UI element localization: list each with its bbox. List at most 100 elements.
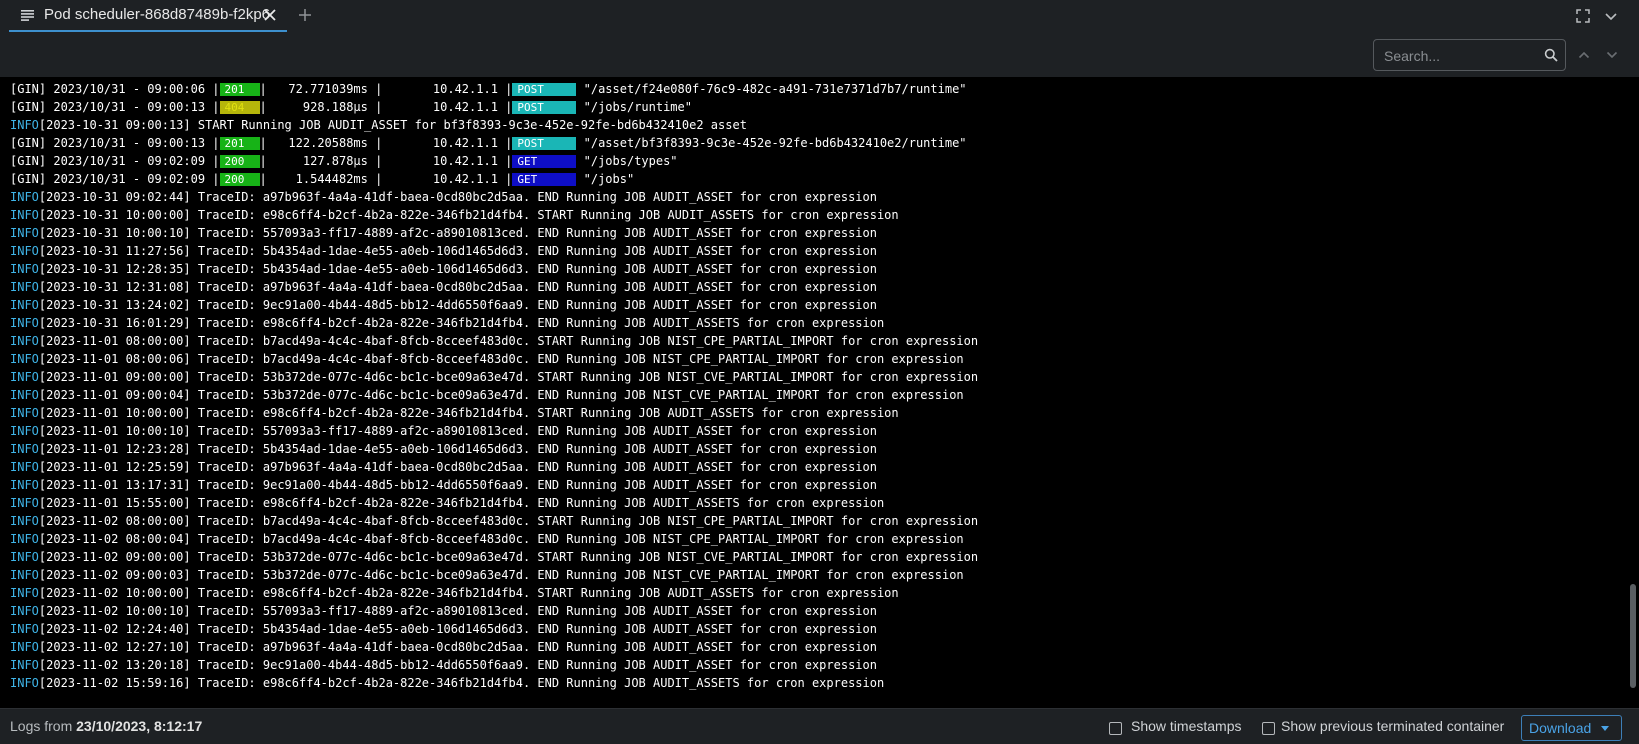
method-badge: POST [512,101,577,114]
document-lines-icon [21,10,34,21]
log-line: INFO[2023-11-02 10:00:00] TraceID: e98c6… [10,584,1625,602]
log-line: INFO[2023-10-31 12:28:35] TraceID: 5b435… [10,260,1625,278]
show-timestamps-checkbox[interactable] [1109,722,1122,735]
chevron-down-icon[interactable] [1604,9,1618,23]
caret-down-icon [1601,726,1609,731]
status-badge: 200 [219,173,260,186]
log-message: [2023-11-02 09:00:00] TraceID: 53b372de-… [38,550,979,564]
log-message: [2023-11-01 08:00:00] TraceID: b7acd49a-… [38,334,979,348]
log-message: [2023-11-01 09:00:04] TraceID: 53b372de-… [38,388,964,402]
log-latency: | 72.771039ms | 10.42.1.1 | [259,82,513,96]
method-badge: POST [512,83,577,96]
log-prefix: [GIN] 2023/10/31 - 09:02:09 | [10,154,220,168]
log-level: INFO [10,496,39,510]
log-line: INFO[2023-10-31 10:00:00] TraceID: e98c6… [10,206,1625,224]
show-timestamps-label[interactable]: Show timestamps [1131,718,1241,734]
download-button[interactable]: Download [1521,715,1622,741]
log-message: [2023-11-01 09:00:00] TraceID: 53b372de-… [38,370,979,384]
logs-from-label: Logs from [10,718,73,734]
log-level: INFO [10,550,39,564]
method-badge: GET [512,173,577,186]
log-message: [2023-10-31 12:28:35] TraceID: 5b4354ad-… [38,262,877,276]
log-level: INFO [10,262,39,276]
log-line: INFO[2023-10-31 11:27:56] TraceID: 5b435… [10,242,1625,260]
search-box [1373,39,1566,71]
show-previous-container-checkbox[interactable] [1262,722,1275,735]
log-level: INFO [10,478,39,492]
log-message: [2023-10-31 10:00:00] TraceID: e98c6ff4-… [38,208,899,222]
log-level: INFO [10,334,39,348]
log-latency: | 928.188µs | 10.42.1.1 | [259,100,513,114]
log-line: INFO[2023-10-31 09:00:13] START Running … [10,116,1625,134]
log-level: INFO [10,118,39,132]
log-message: [2023-10-31 09:02:44] TraceID: a97b963f-… [38,190,877,204]
log-line: INFO[2023-11-01 13:17:31] TraceID: 9ec91… [10,476,1625,494]
log-path: "/asset/bf3f8393-9c3e-452e-92fe-bd6b4324… [576,136,967,150]
log-line: INFO[2023-10-31 16:01:29] TraceID: e98c6… [10,314,1625,332]
log-message: [2023-11-02 08:00:00] TraceID: b7acd49a-… [38,514,979,528]
log-path: "/jobs/types" [576,154,678,168]
log-level: INFO [10,424,39,438]
log-line: INFO[2023-11-02 08:00:00] TraceID: b7acd… [10,512,1625,530]
log-level: INFO [10,532,39,546]
log-message: [2023-11-01 15:55:00] TraceID: e98c6ff4-… [38,496,885,510]
log-message: [2023-11-02 10:00:10] TraceID: 557093a3-… [38,604,877,618]
log-message: [2023-10-31 11:27:56] TraceID: 5b4354ad-… [38,244,877,258]
log-prefix: [GIN] 2023/10/31 - 09:00:13 | [10,100,220,114]
log-toolbar [0,32,1639,77]
status-badge: 200 [219,155,260,168]
search-icon[interactable] [1544,48,1558,62]
log-latency: | 127.878µs | 10.42.1.1 | [259,154,513,168]
scrollbar-thumb[interactable] [1630,584,1636,688]
log-message: [2023-11-01 08:00:06] TraceID: b7acd49a-… [38,352,964,366]
logs-from-value: 23/10/2023, 8:12:17 [76,718,203,734]
method-badge: POST [512,137,577,150]
log-path: "/jobs" [576,172,635,186]
plus-icon[interactable] [297,7,313,23]
status-badge: 201 [219,83,260,96]
log-line: INFO[2023-11-02 08:00:04] TraceID: b7acd… [10,530,1625,548]
log-level: INFO [10,604,39,618]
log-level: INFO [10,352,39,366]
log-message: [2023-11-01 13:17:31] TraceID: 9ec91a00-… [38,478,877,492]
log-message: [2023-10-31 16:01:29] TraceID: e98c6ff4-… [38,316,885,330]
log-level: INFO [10,622,39,636]
log-level: INFO [10,514,39,528]
log-line: INFO[2023-11-02 12:24:40] TraceID: 5b435… [10,620,1625,638]
log-output[interactable]: [GIN] 2023/10/31 - 09:00:06 | 201 | 72.771… [0,77,1639,708]
close-icon[interactable] [263,8,277,22]
log-message: [2023-11-02 12:24:40] TraceID: 5b4354ad-… [38,622,877,636]
log-level: INFO [10,298,39,312]
log-level: INFO [10,226,39,240]
fullscreen-icon[interactable] [1576,9,1590,23]
log-line: INFO[2023-11-02 12:27:10] TraceID: a97b9… [10,638,1625,656]
log-line: INFO[2023-10-31 09:02:44] TraceID: a97b9… [10,188,1625,206]
log-message: [2023-10-31 13:24:02] TraceID: 9ec91a00-… [38,298,877,312]
log-message: [2023-11-02 09:00:03] TraceID: 53b372de-… [38,568,964,582]
log-line: INFO[2023-11-01 10:00:00] TraceID: e98c6… [10,404,1625,422]
log-level: INFO [10,676,39,690]
log-line: INFO[2023-11-02 10:00:10] TraceID: 55709… [10,602,1625,620]
log-latency: | 122.20588ms | 10.42.1.1 | [259,136,513,150]
log-level: INFO [10,244,39,258]
show-previous-container-label[interactable]: Show previous terminated container [1281,718,1504,734]
log-lines: [GIN] 2023/10/31 - 09:00:06 | 201 | 72.771… [10,80,1625,692]
log-message: [2023-11-02 13:20:18] TraceID: 9ec91a00-… [38,658,877,672]
tab-pod-logs[interactable]: Pod scheduler-868d87489b-f2kp6 [9,0,287,32]
log-level: INFO [10,388,39,402]
log-latency: | 1.544482ms | 10.42.1.1 | [259,172,513,186]
log-level: INFO [10,568,39,582]
logs-from-text: Logs from 23/10/2023, 8:12:17 [10,718,202,734]
log-line: INFO[2023-11-02 13:20:18] TraceID: 9ec91… [10,656,1625,674]
method-badge: GET [512,155,577,168]
tab-bar: Pod scheduler-868d87489b-f2kp6 [0,0,1639,32]
chevron-down-icon[interactable] [1606,49,1618,61]
log-message: [2023-10-31 12:31:08] TraceID: a97b963f-… [38,280,877,294]
log-prefix: [GIN] 2023/10/31 - 09:00:06 | [10,82,220,96]
search-input[interactable] [1384,46,1534,66]
log-line: INFO[2023-11-02 15:59:16] TraceID: e98c6… [10,674,1625,692]
status-badge: 201 [219,137,260,150]
chevron-up-icon[interactable] [1578,49,1590,61]
log-message: [2023-11-01 10:00:00] TraceID: e98c6ff4-… [38,406,899,420]
log-level: INFO [10,442,39,456]
